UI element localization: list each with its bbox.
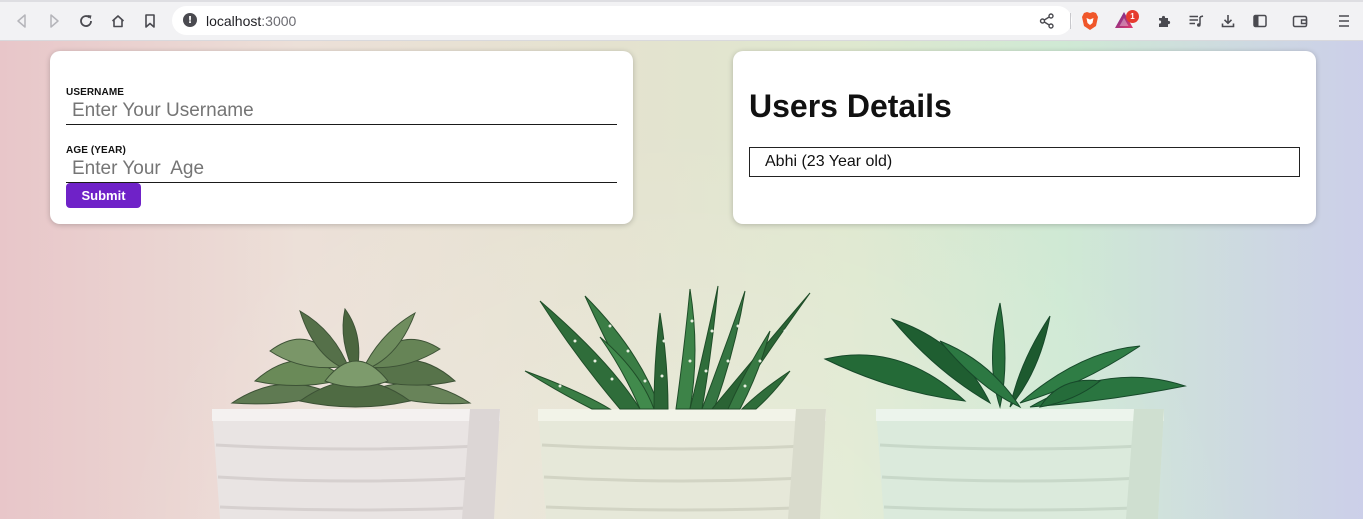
download-icon[interactable] [1212,5,1244,37]
hamburger-menu-icon[interactable] [1328,5,1360,37]
reload-icon[interactable] [70,5,102,37]
users-details-title: Users Details [749,88,952,124]
browser-toolbar: ! localhost:3000 1 [0,0,1363,41]
address-bar[interactable]: ! localhost:3000 [172,6,1072,35]
address-bar-divider [1070,13,1071,29]
site-info-icon[interactable]: ! [183,13,197,27]
back-arrow-icon[interactable] [6,5,38,37]
middle-succulent-plant [524,285,811,410]
middle-succulent-pot [538,409,826,519]
tab-strip-edge [0,0,1363,2]
left-succulent-plant [230,307,472,408]
brave-lion-icon[interactable] [1081,11,1099,31]
playlist-icon[interactable] [1180,5,1212,37]
submit-button[interactable]: Submit [66,183,141,208]
url-host: localhost [206,13,262,29]
url-text[interactable]: localhost:3000 [206,13,296,29]
right-succulent-pot [876,409,1164,519]
forward-arrow-icon[interactable] [38,5,70,37]
page-viewport: USERNAME AGE (YEAR) Submit Users Details… [0,41,1363,519]
home-icon[interactable] [102,5,134,37]
user-form-card: USERNAME AGE (YEAR) Submit [50,51,633,224]
age-input[interactable] [66,155,617,183]
url-port: :3000 [261,13,297,29]
puzzle-icon[interactable] [1148,5,1180,37]
users-details-card: Users Details Abhi (23 Year old) [733,51,1316,224]
share-icon[interactable] [1038,12,1056,30]
username-input[interactable] [66,97,617,125]
rewards-badge: 1 [1126,10,1139,23]
left-succulent-pot [212,409,500,519]
wallet-icon[interactable] [1284,5,1316,37]
user-list-item[interactable]: Abhi (23 Year old) [749,147,1300,177]
sidebar-icon[interactable] [1244,5,1276,37]
bookmark-icon[interactable] [134,5,166,37]
right-succulent-plant [823,302,1187,409]
